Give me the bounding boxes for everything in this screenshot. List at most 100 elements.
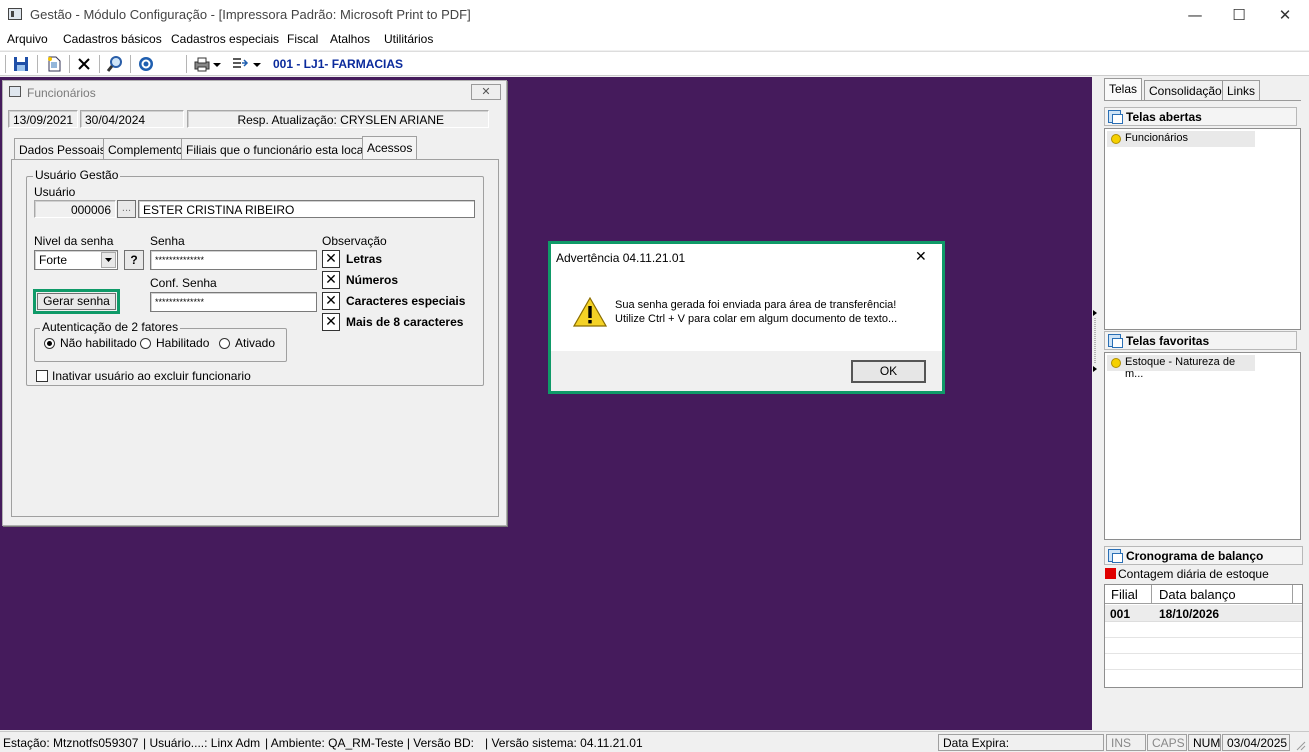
table-row[interactable]: 001 18/10/2026 [1105, 605, 1302, 622]
usuario-name-field[interactable]: ESTER CRISTINA RIBEIRO [138, 200, 475, 218]
radio-ativado[interactable] [219, 338, 230, 349]
telas-abertas-header: Telas abertas [1104, 107, 1297, 126]
search-icon[interactable] [106, 55, 124, 73]
window-icon [9, 86, 21, 97]
status-versao: | Versão sistema: 04.11.21.01 [485, 736, 643, 750]
date-updated-field: 30/04/2024 [80, 110, 184, 128]
nao-habilitado-label: Não habilitado [60, 336, 137, 350]
telas-favoritas-header: Telas favoritas [1104, 331, 1297, 350]
telas-favoritas-list: Estoque - Natureza de m... [1104, 352, 1301, 540]
mais-8-caracteres-label: Mais de 8 caracteres [346, 315, 464, 329]
conf-senha-label: Conf. Senha [150, 276, 217, 290]
mais-8-caracteres-check: ✕ [322, 313, 340, 331]
tab-complemento[interactable]: Complemento [103, 138, 188, 159]
print-dropdown-icon[interactable] [212, 55, 222, 73]
delete-icon[interactable] [75, 55, 93, 73]
ok-button[interactable]: OK [851, 360, 926, 383]
tab-consolidacao[interactable]: Consolidação [1144, 80, 1227, 100]
close-button[interactable]: ✕ [1262, 0, 1308, 30]
gerar-senha-button[interactable]: Gerar senha [37, 293, 116, 310]
tab-telas[interactable]: Telas [1104, 78, 1143, 100]
export-icon[interactable] [231, 55, 249, 73]
toolbar: 001 - LJ1- FARMACIAS [0, 51, 1309, 76]
col-data-balanco[interactable]: Data balanço [1153, 585, 1293, 604]
menu-fiscal[interactable]: Fiscal [287, 32, 318, 46]
status-ins: INS [1106, 734, 1146, 751]
status-usuario: | Usuário....: Linx Adm [143, 736, 261, 750]
nivel-senha-select[interactable]: Forte [34, 250, 118, 270]
list-item[interactable]: Estoque - Natureza de m... [1107, 355, 1255, 380]
tab-links[interactable]: Links [1222, 80, 1261, 100]
print-icon[interactable] [193, 55, 211, 73]
legend-swatch [1105, 568, 1116, 579]
dialog-body: Sua senha gerada foi enviada para área d… [551, 274, 942, 351]
usuario-lookup-button[interactable]: ... [117, 200, 136, 218]
observacao-label: Observação [322, 234, 387, 248]
menu-cadastros-especiais[interactable]: Cadastros especiais [171, 32, 279, 46]
senha-field[interactable]: ************** [150, 250, 317, 270]
window-title: Gestão - Módulo Configuração - [Impresso… [30, 7, 471, 22]
inativar-checkbox[interactable] [36, 370, 48, 382]
radio-nao-habilitado[interactable] [44, 338, 55, 349]
caracteres-especiais-label: Caracteres especiais [346, 294, 466, 308]
usuario-code-field[interactable]: 000006 [34, 200, 116, 218]
resp-atualizacao-field: Resp. Atualização: CRYSLEN ARIANE [187, 110, 489, 128]
inativar-label: Inativar usuário ao excluir funcionario [52, 369, 251, 383]
dialog-close-button[interactable]: ✕ [915, 249, 927, 265]
status-data-expira: Data Expira: [938, 734, 1104, 751]
warning-icon [573, 297, 607, 327]
new-document-icon[interactable] [45, 55, 63, 73]
bullet-icon [1111, 358, 1121, 368]
numeros-check: ✕ [322, 271, 340, 289]
chevron-down-icon[interactable] [101, 252, 116, 268]
menu-arquivo[interactable]: Arquivo [7, 32, 48, 46]
col-filial[interactable]: Filial [1105, 585, 1152, 604]
menu-bar: Arquivo Cadastros básicos Cadastros espe… [0, 30, 1309, 50]
bullet-icon [1111, 134, 1121, 144]
help-icon[interactable] [137, 55, 155, 73]
maximize-button[interactable]: ☐ [1216, 0, 1262, 30]
favorite-label: Estoque - Natureza de m... [1125, 356, 1236, 380]
ativado-label: Ativado [235, 336, 276, 350]
dialog-footer: OK [551, 351, 942, 391]
funcionarios-titlebar[interactable]: Funcionários ✕ [3, 81, 506, 105]
help-button[interactable]: ? [124, 250, 144, 270]
save-icon[interactable] [12, 55, 30, 73]
usuario-label: Usuário [34, 185, 76, 199]
right-panel: Telas Consolidação Links Telas abertas F… [1098, 77, 1309, 730]
conf-senha-field[interactable]: ************** [150, 292, 317, 312]
menu-atalhos[interactable]: Atalhos [330, 32, 370, 46]
habilitado-label: Habilitado [156, 336, 210, 350]
status-date: 03/04/2025 [1222, 734, 1290, 751]
funcionarios-close-button[interactable]: ✕ [471, 84, 501, 100]
caracteres-especiais-check: ✕ [322, 292, 340, 310]
menu-utilitarios[interactable]: Utilitários [384, 32, 433, 46]
status-bar: Estação: Mtznotfs059307 | Usuário....: L… [0, 731, 1309, 752]
export-dropdown-icon[interactable] [252, 55, 262, 73]
date-created-field: 13/09/2021 [8, 110, 78, 128]
tab-filiais[interactable]: Filiais que o funcionário esta locado [181, 138, 382, 159]
menu-cadastros-basicos[interactable]: Cadastros básicos [63, 32, 162, 46]
tab-acessos[interactable]: Acessos [362, 136, 418, 160]
dialog-message-line2: Utilize Ctrl + V para colar em algum doc… [615, 313, 898, 325]
senha-label: Senha [150, 234, 185, 248]
windows-icon [1108, 334, 1123, 348]
open-window-label: Funcionários [1125, 132, 1188, 144]
dialog-titlebar[interactable]: Advertência 04.11.21.01 ✕ [551, 244, 942, 274]
windows-icon [1108, 549, 1123, 563]
minimize-button[interactable]: — [1172, 0, 1218, 30]
acessos-pane: Usuário Gestão Usuário 000006 ... ESTER … [11, 159, 499, 517]
cell-data: 18/10/2026 [1159, 607, 1220, 621]
balanco-table: Filial Data balanço 001 18/10/2026 [1104, 584, 1303, 688]
status-num: NUM [1188, 734, 1221, 751]
usuario-gestao-label: Usuário Gestão [33, 168, 121, 182]
radio-habilitado[interactable] [140, 338, 151, 349]
telas-favoritas-title: Telas favoritas [1126, 334, 1210, 348]
resize-grip-icon[interactable] [1294, 739, 1306, 751]
funcionarios-window: Funcionários ✕ 13/09/2021 30/04/2024 Res… [2, 80, 507, 526]
tab-dados-pessoais[interactable]: Dados Pessoais [14, 138, 111, 159]
list-item[interactable]: Funcionários [1107, 131, 1255, 147]
numeros-label: Números [346, 273, 399, 287]
status-ambiente: | Ambiente: QA_RM-Teste | Versão BD: [265, 736, 474, 750]
funcionarios-title: Funcionários [27, 86, 96, 100]
